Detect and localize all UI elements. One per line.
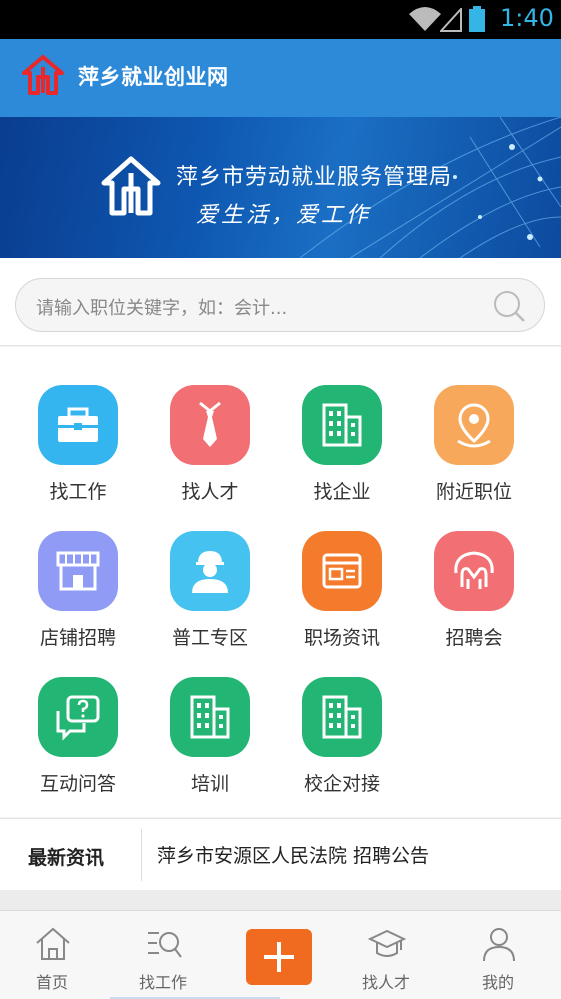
search-input[interactable]: 请输入职位关键字，如：会计... — [15, 278, 545, 332]
grid-item-career-news[interactable]: 职场资讯 — [282, 531, 402, 661]
house-emblem-icon[interactable] — [20, 53, 66, 99]
grid-item-worker-zone[interactable]: 普工专区 — [150, 531, 270, 661]
news-ticker: 最新资讯 萍乡市安源区人民法院 招聘公告 — [0, 818, 561, 890]
banner-slogan: 爱生活，爱工作 — [196, 203, 372, 228]
grid-item-store-recruit[interactable]: 店铺招聘 — [18, 531, 138, 661]
building-icon — [322, 695, 362, 739]
grid-item-qa[interactable]: 互动问答 — [18, 677, 138, 807]
grid-item-label: 职场资讯 — [303, 627, 380, 649]
grid-item-label: 培训 — [190, 773, 229, 795]
status-bar: 1:40 — [0, 0, 561, 39]
grid-item-find-company[interactable]: 找企业 — [282, 385, 402, 515]
nav-profile[interactable]: 我的 — [448, 911, 548, 999]
search-section: 请输入职位关键字，如：会计... — [0, 258, 561, 346]
nav-find-job[interactable]: 找工作 — [113, 911, 213, 999]
nav-label: 首页 — [35, 973, 68, 992]
grid-item-label: 附近职位 — [435, 481, 512, 503]
worker-icon — [192, 551, 228, 593]
wifi-icon — [409, 7, 441, 31]
home-icon — [36, 927, 70, 960]
grid-item-find-job[interactable]: 找工作 — [18, 385, 138, 515]
nav-label: 找人才 — [361, 973, 410, 992]
grid-item-label: 校企对接 — [303, 773, 380, 795]
grid-item-label: 找工作 — [49, 481, 107, 503]
grid-item-school-enterprise[interactable]: 校企对接 — [282, 677, 402, 807]
grid-item-label: 互动问答 — [39, 773, 116, 795]
signal-icon — [440, 8, 462, 32]
building-icon — [322, 403, 362, 447]
nav-label: 找工作 — [138, 973, 187, 992]
news-divider — [141, 829, 142, 881]
nav-label: 我的 — [481, 973, 514, 992]
location-pin-icon — [457, 403, 491, 448]
grid-item-label: 找人才 — [181, 481, 239, 503]
storefront-icon — [56, 551, 100, 591]
app-title: 萍乡就业创业网 — [78, 65, 229, 89]
nav-find-talent[interactable]: 找人才 — [336, 911, 436, 999]
news-section-label: 最新资讯 — [28, 847, 105, 869]
handshake-icon — [454, 551, 494, 589]
chat-question-icon — [56, 695, 100, 741]
grid-item-training[interactable]: 培训 — [150, 677, 270, 807]
add-button[interactable] — [246, 929, 312, 985]
grid-item-nearby-jobs[interactable]: 附近职位 — [414, 385, 534, 515]
grid-item-label: 找企业 — [313, 481, 371, 503]
search-placeholder: 请输入职位关键字，如：会计... — [36, 298, 288, 319]
briefcase-icon — [58, 407, 98, 442]
section-spacer — [0, 890, 561, 910]
grid-item-label: 普工专区 — [171, 627, 248, 649]
tie-icon — [199, 401, 221, 447]
search-list-icon — [148, 932, 182, 958]
grid-item-label: 招聘会 — [445, 627, 503, 649]
bureau-emblem-icon — [101, 156, 161, 216]
person-icon — [483, 928, 515, 962]
banner[interactable]: 萍乡市劳动就业服务管理局 爱生活，爱工作 — [0, 117, 561, 258]
building-icon — [190, 695, 230, 739]
grid-item-find-talent[interactable]: 找人才 — [150, 385, 270, 515]
grid-item-label: 店铺招聘 — [39, 627, 116, 649]
grid-item-job-fair[interactable]: 招聘会 — [414, 531, 534, 661]
newspaper-icon — [322, 553, 362, 589]
service-grid: 找工作 找人才 找企业 附近职位 店铺招聘 普工专区 职场资讯 招聘会 互动问答… — [0, 347, 561, 817]
search-icon[interactable] — [492, 289, 526, 323]
banner-org-name: 萍乡市劳动就业服务管理局 — [176, 165, 453, 190]
news-headline-link[interactable]: 萍乡市安源区人民法院 招聘公告 — [157, 841, 429, 868]
nav-home[interactable]: 首页 — [2, 911, 102, 999]
app-header: 萍乡就业创业网 — [0, 39, 561, 117]
battery-icon — [469, 6, 485, 32]
bottom-nav: 首页 找工作 找人才 我的 — [0, 910, 561, 999]
graduation-cap-icon — [368, 929, 406, 957]
clock: 1:40 — [500, 4, 554, 32]
